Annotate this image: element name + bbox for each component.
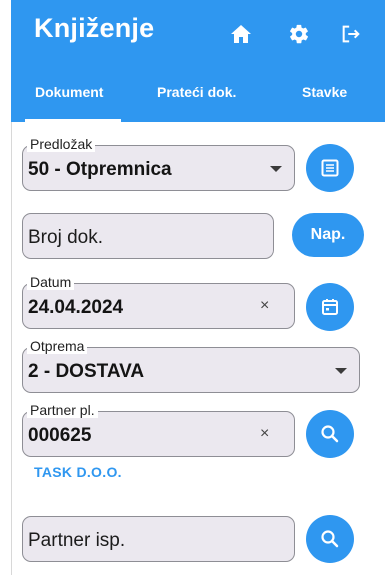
partner-pl-value: 000625 [28,425,92,446]
datum-field[interactable]: Datum 24.04.2024 × [22,275,295,329]
partner-pl-field[interactable]: Partner pl. 000625 × [22,403,295,457]
clear-icon[interactable]: × [260,297,269,315]
datum-value: 24.04.2024 [28,297,124,318]
broj-dok-placeholder: Broj dok. [28,227,103,248]
partner-pl-name: TASK D.O.O. [34,464,122,480]
template-list-button[interactable] [306,144,354,192]
tab-stavke[interactable]: Stavke [302,84,347,100]
partner-isp-input[interactable]: Partner isp. [22,516,295,562]
partner-isp-placeholder: Partner isp. [28,530,126,551]
tab-bar: Dokument Prateći dok. Stavke [11,78,385,122]
page-title: Knjiženje [34,13,155,43]
predlozak-select[interactable]: Predložak 50 - Otpremnica [22,137,295,191]
tab-prateci-dok[interactable]: Prateći dok. [157,84,236,100]
gear-icon[interactable] [287,22,311,46]
datum-label: Datum [27,275,75,290]
tab-dokument[interactable]: Dokument [35,84,103,100]
logout-icon[interactable] [339,22,363,46]
search-icon [321,425,339,443]
calendar-icon [322,299,338,315]
predlozak-value: 50 - Otpremnica [28,159,172,180]
list-icon [321,159,339,177]
clear-icon[interactable]: × [260,425,269,443]
otprema-value: 2 - DOSTAVA [28,361,145,382]
partner-pl-label: Partner pl. [27,403,98,418]
partner-isp-search-button[interactable] [306,515,354,563]
search-icon [321,530,339,548]
calendar-button[interactable] [306,283,354,331]
partner-pl-search-button[interactable] [306,410,354,458]
otprema-select[interactable]: Otprema 2 - DOSTAVA [22,339,360,393]
nap-button[interactable]: Nap. [292,213,364,257]
home-icon[interactable] [229,22,253,46]
otprema-label: Otprema [27,339,88,354]
broj-dok-input[interactable]: Broj dok. [22,213,274,259]
chevron-down-icon [270,166,282,172]
chevron-down-icon [335,368,347,374]
predlozak-label: Predložak [27,137,96,152]
